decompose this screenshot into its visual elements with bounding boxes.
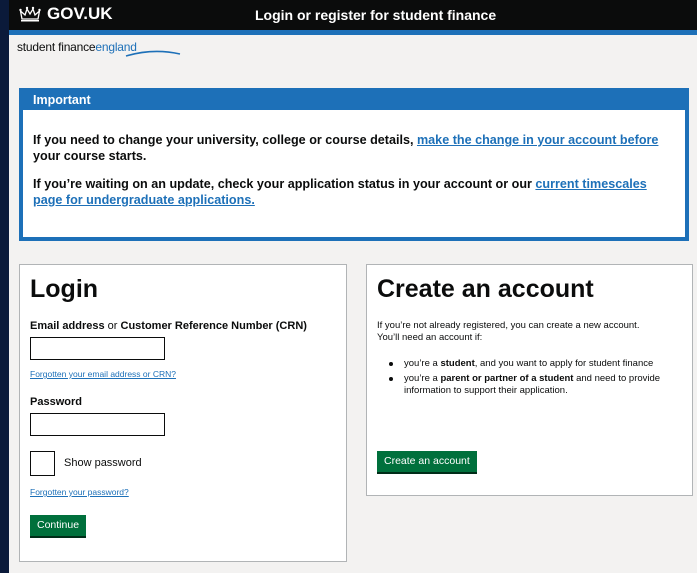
- govuk-header: GOV.UK Login or register for student fin…: [9, 0, 697, 30]
- forgot-password-link[interactable]: Forgotten your password?: [30, 487, 129, 497]
- create-account-button[interactable]: Create an account: [377, 451, 477, 472]
- account-reasons-list: you’re a student, and you want to apply …: [387, 358, 687, 400]
- forgot-email-link[interactable]: Forgotten your email address or CRN?: [30, 369, 176, 379]
- continue-button[interactable]: Continue: [30, 515, 87, 536]
- important-paragraph-1: If you need to change your university, c…: [33, 133, 659, 163]
- email-crn-input[interactable]: [30, 337, 165, 360]
- logo-text: GOV.UK: [47, 4, 113, 23]
- email-crn-label: Email address or Customer Reference Numb…: [30, 320, 307, 332]
- swoosh-icon: [125, 50, 181, 57]
- service-title[interactable]: Login or register for student finance: [255, 7, 496, 23]
- brand-part1: student finance: [17, 40, 96, 54]
- main-content: student financeengland Important If you …: [9, 35, 697, 573]
- make-change-link[interactable]: make the change in your account before: [417, 133, 658, 147]
- list-item: you’re a student, and you want to apply …: [387, 358, 687, 370]
- login-panel: Login Email address or Customer Referenc…: [19, 264, 347, 562]
- password-input[interactable]: [30, 413, 165, 436]
- left-edge-bar: [0, 0, 9, 573]
- show-password-label[interactable]: Show password: [64, 457, 142, 469]
- crown-icon: [19, 6, 41, 22]
- important-notice: Important If you need to change your uni…: [19, 88, 689, 241]
- list-item: you’re a parent or partner of a student …: [387, 373, 687, 397]
- password-label: Password: [30, 396, 82, 408]
- login-title: Login: [30, 275, 99, 303]
- student-finance-england-logo[interactable]: student financeengland: [17, 40, 181, 57]
- govuk-logo-link[interactable]: GOV.UK: [19, 4, 113, 24]
- create-account-title: Create an account: [377, 275, 594, 303]
- important-heading: Important: [23, 92, 685, 110]
- important-paragraph-2: If you’re waiting on an update, check yo…: [33, 177, 647, 207]
- show-password-checkbox[interactable]: [30, 451, 55, 476]
- create-account-description: If you’re not already registered, you ca…: [377, 320, 640, 343]
- create-account-panel: Create an account If you’re not already …: [366, 264, 693, 496]
